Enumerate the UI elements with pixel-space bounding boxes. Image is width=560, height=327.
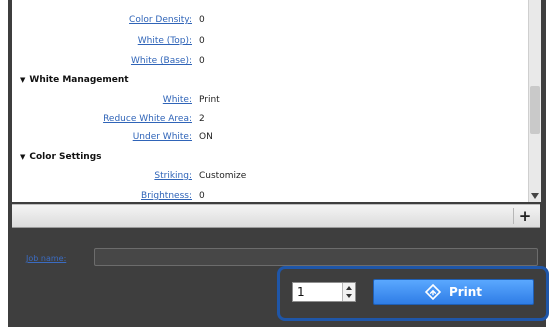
setting-label[interactable]: White: [163, 91, 192, 109]
setting-value: 0 [199, 56, 205, 66]
scrollbar-thumb[interactable] [530, 86, 540, 134]
setting-label[interactable]: White (Top): [138, 32, 192, 50]
setting-row-color-density: Color Density: 0 [12, 11, 512, 29]
add-button[interactable]: + [516, 206, 534, 226]
setting-label[interactable]: White (Base): [131, 52, 192, 70]
setting-value: 0 [199, 191, 205, 201]
section-title: Color Settings [29, 152, 102, 162]
job-name-input[interactable] [94, 248, 538, 266]
settings-panel: Color Density: 0 White (Top): 0 White (B… [12, 0, 528, 202]
job-name-label: Job name: [26, 254, 67, 263]
setting-row-under-white: Under White: ON [12, 128, 512, 146]
section-white-management[interactable]: ▼ White Management [20, 72, 129, 88]
setting-label[interactable]: Reduce White Area: [103, 110, 192, 128]
setting-row-reduce-white-area: Reduce White Area: 2 [12, 110, 512, 128]
setting-value: 0 [199, 36, 205, 46]
setting-value: ON [199, 132, 213, 142]
settings-toolbar: + [12, 204, 540, 228]
setting-row-brightness: Brightness: 0 [12, 187, 512, 202]
print-button-label: Print [448, 285, 483, 299]
setting-row-white-base: White (Base): 0 [12, 52, 512, 70]
print-diamond-icon [424, 284, 441, 300]
toolbar-divider [513, 208, 514, 224]
spin-up-arrow-icon[interactable] [346, 286, 352, 290]
setting-row-striking: Striking: Customize [12, 167, 512, 185]
copies-value[interactable]: 1 [297, 283, 305, 301]
setting-label[interactable]: Brightness: [141, 187, 192, 202]
setting-row-white: White: Print [12, 91, 512, 109]
spin-down-arrow-icon[interactable] [346, 294, 352, 298]
copies-stepper[interactable]: 1 [292, 282, 356, 302]
setting-label[interactable]: Color Density: [129, 11, 192, 29]
setting-value: Customize [199, 171, 247, 181]
setting-value: Print [199, 95, 220, 105]
collapse-triangle-icon[interactable]: ▼ [20, 153, 25, 161]
copies-spinner[interactable] [342, 283, 355, 301]
settings-scrollbar[interactable] [528, 0, 541, 202]
section-color-settings[interactable]: ▼ Color Settings [20, 149, 102, 165]
setting-value: 2 [199, 114, 205, 124]
frame-left-edge [0, 0, 8, 327]
print-button[interactable]: Print [373, 279, 534, 305]
collapse-triangle-icon[interactable]: ▼ [20, 76, 25, 84]
setting-label[interactable]: Striking: [154, 167, 192, 185]
setting-row-white-top: White (Top): 0 [12, 32, 512, 50]
section-title: White Management [29, 75, 129, 85]
setting-value: 0 [199, 15, 205, 25]
setting-label[interactable]: Under White: [133, 128, 192, 146]
scroll-down-arrow-icon[interactable] [531, 193, 539, 199]
